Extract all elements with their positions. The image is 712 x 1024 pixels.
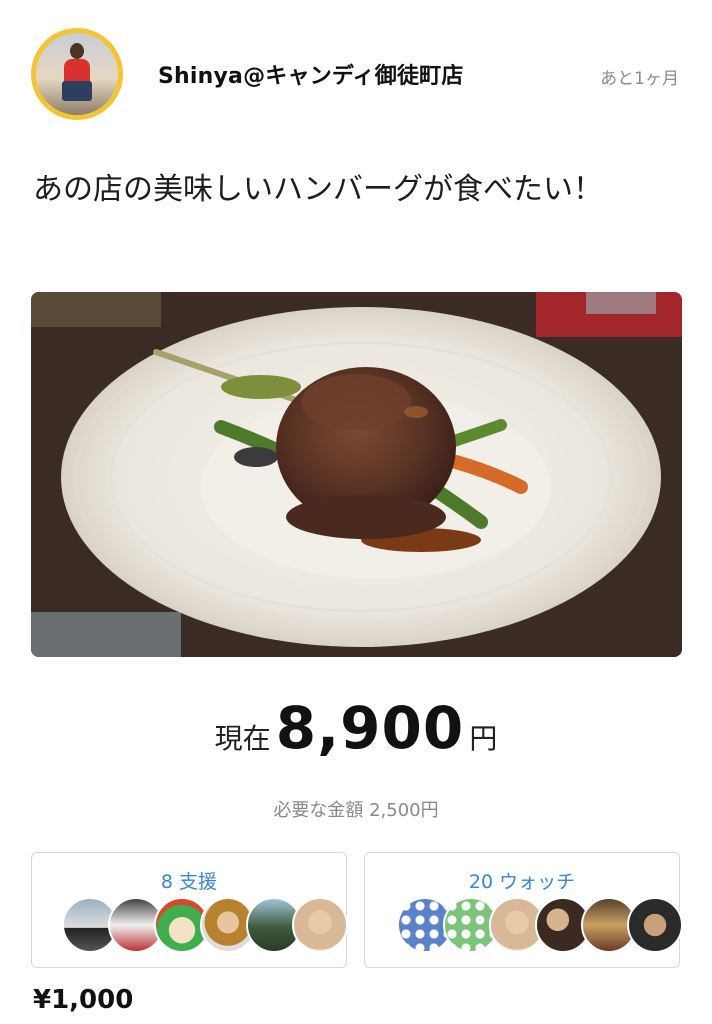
avatar-person-body — [64, 59, 90, 83]
current-amount: 現在 8,900 円 — [0, 694, 712, 762]
project-title: あの店の美味しいハンバーグが食べたい！ — [33, 172, 603, 207]
needed-amount: 必要な金額 2,500円 — [273, 800, 439, 821]
supporters-count-label[interactable]: 8 支援 — [32, 867, 346, 894]
supporters-card[interactable]: 8 支援 — [31, 852, 348, 968]
current-amount-value: 8,900 — [275, 694, 465, 762]
watchers-card[interactable]: 20 ウォッチ — [364, 852, 683, 968]
user-avatar[interactable] — [31, 28, 123, 120]
avatar-person-head — [70, 43, 84, 59]
supporter-avatar[interactable] — [292, 897, 348, 953]
user-avatar-photo — [36, 33, 118, 115]
currency-unit: 円 — [469, 722, 498, 755]
time-remaining: あと1ヶ月 — [600, 69, 679, 89]
user-name[interactable]: Shinya@キャンディ御徒町店 — [158, 58, 464, 90]
reward-price: ¥1,000 — [33, 985, 134, 1015]
hamburger-plate-image — [31, 292, 682, 657]
avatar-person-legs — [62, 81, 92, 101]
watchers-count-label[interactable]: 20 ウォッチ — [365, 867, 679, 894]
watcher-avatar[interactable] — [627, 897, 683, 953]
current-amount-label: 現在 — [214, 722, 271, 755]
project-photo — [31, 292, 682, 657]
